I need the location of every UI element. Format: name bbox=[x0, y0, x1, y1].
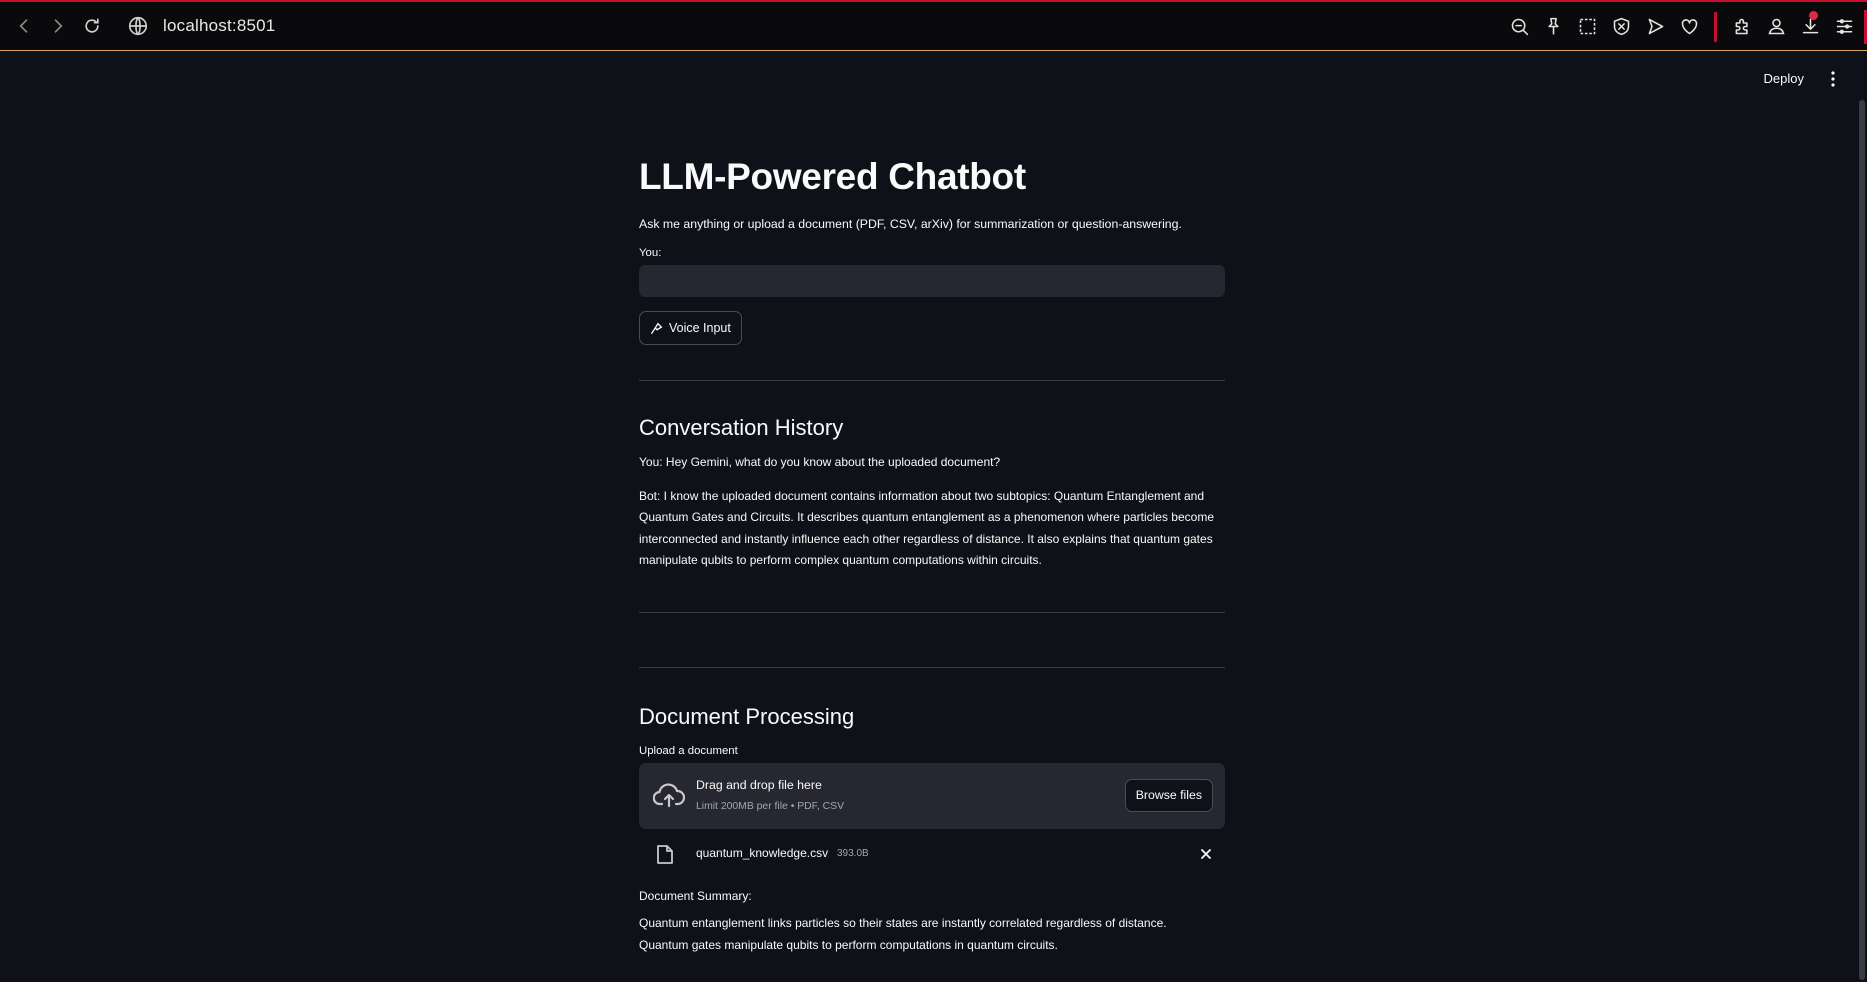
send-icon bbox=[1648, 18, 1663, 35]
document-summary-label: Document Summary: bbox=[639, 888, 752, 903]
document-summary-line: Quantum gates manipulate qubits to perfo… bbox=[639, 937, 1058, 952]
back-icon bbox=[19, 19, 28, 33]
divider bbox=[639, 611, 1225, 613]
shield-button[interactable] bbox=[1604, 10, 1638, 44]
send-button[interactable] bbox=[1638, 10, 1672, 44]
heart-icon bbox=[1681, 19, 1697, 35]
dropzone-title: Drag and drop file here bbox=[696, 777, 822, 792]
dropzone-limits: Limit 200MB per file • PDF, CSV bbox=[696, 800, 844, 812]
forward-icon bbox=[54, 19, 63, 33]
download-notification-dot bbox=[1809, 11, 1818, 20]
microphone-icon bbox=[651, 322, 663, 334]
browse-files-button[interactable]: Browse files bbox=[1124, 778, 1213, 812]
profile-button[interactable] bbox=[1759, 10, 1793, 44]
app-header: Deploy bbox=[0, 51, 1867, 107]
conversation-history-heading: Conversation History bbox=[639, 415, 844, 440]
address-bar[interactable]: localhost:8501 bbox=[127, 15, 275, 37]
page-title: LLM-Powered Chatbot bbox=[639, 156, 1026, 197]
divider bbox=[639, 666, 1225, 668]
voice-input-button[interactable]: Voice Input bbox=[639, 311, 742, 345]
shield-icon bbox=[1613, 17, 1629, 36]
globe-icon bbox=[128, 16, 148, 36]
browser-tools bbox=[1502, 2, 1867, 51]
page-scrollbar[interactable] bbox=[1859, 100, 1865, 980]
browser-toolbar: localhost:8501 bbox=[0, 0, 1867, 51]
main-content: LLM-Powered Chatbot Ask me anything or u… bbox=[639, 140, 1225, 956]
screenshot-button[interactable] bbox=[1570, 10, 1604, 44]
file-icon bbox=[657, 844, 673, 864]
pin-button[interactable] bbox=[1536, 10, 1570, 44]
zoom-out-icon bbox=[1511, 18, 1528, 36]
favorites-button[interactable] bbox=[1672, 10, 1706, 44]
back-button[interactable] bbox=[7, 9, 41, 43]
uploaded-file-size: 393.0B bbox=[837, 847, 869, 859]
uploaded-file-row: quantum_knowledge.csv 393.0B bbox=[639, 835, 1225, 873]
close-icon[interactable] bbox=[1200, 848, 1212, 860]
profile-icon bbox=[1767, 18, 1785, 35]
voice-input-label: Voice Input bbox=[669, 321, 731, 335]
uploaded-file-name: quantum_knowledge.csv bbox=[696, 845, 829, 860]
screenshot-icon bbox=[1579, 18, 1595, 35]
extensions-icon bbox=[1735, 18, 1748, 35]
uploader-label: Upload a document bbox=[639, 744, 738, 757]
deploy-button[interactable]: Deploy bbox=[1764, 71, 1804, 86]
reload-icon bbox=[85, 18, 99, 33]
document-processing-heading: Document Processing bbox=[639, 703, 855, 729]
toolbar-separator bbox=[1714, 11, 1717, 42]
page-caption: Ask me anything or upload a document (PD… bbox=[639, 217, 1182, 231]
menu-button[interactable] bbox=[1827, 10, 1861, 44]
user-message: You: Hey Gemini, what do you know about … bbox=[639, 455, 1001, 469]
bot-message: Bot: I know the uploaded document contai… bbox=[639, 488, 1214, 568]
menu-icon bbox=[1836, 19, 1852, 34]
chat-input[interactable] bbox=[639, 265, 1225, 297]
kebab-icon[interactable] bbox=[1825, 69, 1841, 89]
extensions-button[interactable] bbox=[1725, 10, 1759, 44]
divider bbox=[639, 380, 1225, 381]
chat-input-label: You: bbox=[639, 247, 662, 259]
document-summary-line: Quantum entanglement links particles so … bbox=[639, 916, 1167, 930]
forward-button[interactable] bbox=[41, 9, 75, 43]
zoom-out-button[interactable] bbox=[1502, 10, 1536, 44]
reload-button[interactable] bbox=[75, 9, 109, 43]
file-dropzone[interactable]: Drag and drop file here Limit 200MB per … bbox=[639, 762, 1225, 829]
pin-icon bbox=[1547, 17, 1559, 35]
url-text[interactable]: localhost:8501 bbox=[163, 16, 275, 36]
cloud-upload-icon bbox=[653, 782, 685, 807]
